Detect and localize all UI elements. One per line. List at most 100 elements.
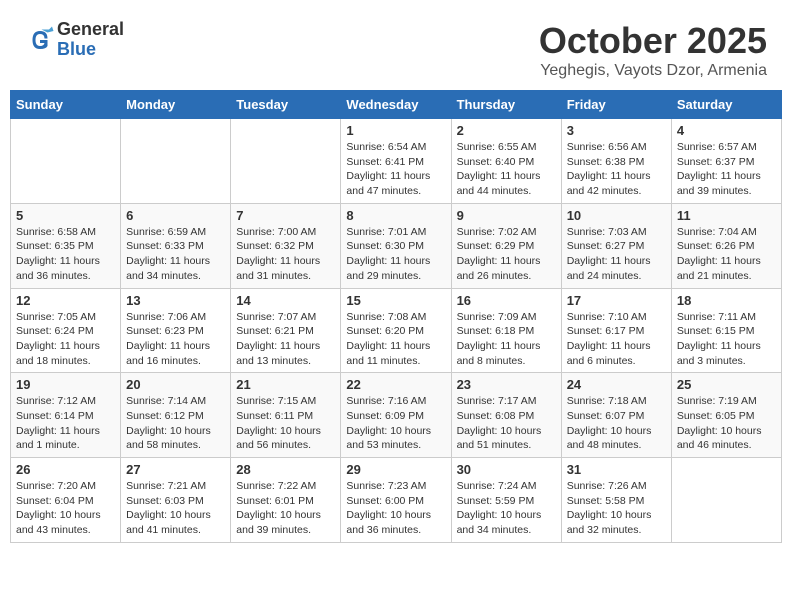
- day-of-week-header: Monday: [121, 91, 231, 119]
- title-area: October 2025 Yeghegis, Vayots Dzor, Arme…: [539, 20, 767, 80]
- day-of-week-header: Tuesday: [231, 91, 341, 119]
- day-info: Sunrise: 7:18 AM Sunset: 6:07 PM Dayligh…: [567, 394, 666, 453]
- calendar-cell: 19 Sunrise: 7:12 AM Sunset: 6:14 PM Dayli…: [11, 373, 121, 458]
- day-number: 16: [457, 293, 556, 308]
- calendar-cell: 4Sunrise: 6:57 AM Sunset: 6:37 PM Daylig…: [671, 119, 781, 204]
- day-info: Sunrise: 6:59 AM Sunset: 6:33 PM Dayligh…: [126, 225, 225, 284]
- calendar-week-row: 5Sunrise: 6:58 AM Sunset: 6:35 PM Daylig…: [11, 203, 782, 288]
- day-info: Sunrise: 7:04 AM Sunset: 6:26 PM Dayligh…: [677, 225, 776, 284]
- day-number: 3: [567, 123, 666, 138]
- day-info: Sunrise: 7:14 AM Sunset: 6:12 PM Dayligh…: [126, 394, 225, 453]
- day-number: 27: [126, 462, 225, 477]
- day-info: Sunrise: 7:20 AM Sunset: 6:04 PM Dayligh…: [16, 479, 115, 538]
- day-info: Sunrise: 6:57 AM Sunset: 6:37 PM Dayligh…: [677, 140, 776, 199]
- day-number: 18: [677, 293, 776, 308]
- day-info: Sunrise: 7:19 AM Sunset: 6:05 PM Dayligh…: [677, 394, 776, 453]
- day-of-week-header: Thursday: [451, 91, 561, 119]
- day-number: 10: [567, 208, 666, 223]
- calendar-cell: 18 Sunrise: 7:11 AM Sunset: 6:15 PM Dayli…: [671, 288, 781, 373]
- calendar-cell: 23 Sunrise: 7:17 AM Sunset: 6:08 PM Dayli…: [451, 373, 561, 458]
- day-info: Sunrise: 7:17 AM Sunset: 6:08 PM Dayligh…: [457, 394, 556, 453]
- calendar-cell: 27Sunrise: 7:21 AM Sunset: 6:03 PM Dayli…: [121, 458, 231, 543]
- page-header: General Blue October 2025 Yeghegis, Vayo…: [10, 10, 782, 85]
- day-number: 8: [346, 208, 445, 223]
- day-number: 29: [346, 462, 445, 477]
- day-of-week-header: Sunday: [11, 91, 121, 119]
- day-info: Sunrise: 7:02 AM Sunset: 6:29 PM Dayligh…: [457, 225, 556, 284]
- day-of-week-header: Wednesday: [341, 91, 451, 119]
- calendar-cell: 28 Sunrise: 7:22 AM Sunset: 6:01 PM Dayli…: [231, 458, 341, 543]
- day-info: Sunrise: 6:54 AM Sunset: 6:41 PM Dayligh…: [346, 140, 445, 199]
- day-number: 23: [457, 377, 556, 392]
- day-of-week-header: Friday: [561, 91, 671, 119]
- calendar-cell: 21Sunrise: 7:15 AM Sunset: 6:11 PM Dayli…: [231, 373, 341, 458]
- calendar-cell: 30Sunrise: 7:24 AM Sunset: 5:59 PM Dayli…: [451, 458, 561, 543]
- calendar-cell: 12 Sunrise: 7:05 AM Sunset: 6:24 PM Dayli…: [11, 288, 121, 373]
- day-info: Sunrise: 7:12 AM Sunset: 6:14 PM Dayligh…: [16, 394, 115, 453]
- calendar-cell: 13Sunrise: 7:06 AM Sunset: 6:23 PM Dayli…: [121, 288, 231, 373]
- day-info: Sunrise: 7:09 AM Sunset: 6:18 PM Dayligh…: [457, 310, 556, 369]
- calendar-cell: [231, 119, 341, 204]
- calendar-cell: 25 Sunrise: 7:19 AM Sunset: 6:05 PM Dayli…: [671, 373, 781, 458]
- day-number: 21: [236, 377, 335, 392]
- logo: General Blue: [25, 20, 124, 60]
- day-info: Sunrise: 7:11 AM Sunset: 6:15 PM Dayligh…: [677, 310, 776, 369]
- day-number: 22: [346, 377, 445, 392]
- calendar-cell: 22 Sunrise: 7:16 AM Sunset: 6:09 PM Dayli…: [341, 373, 451, 458]
- day-info: Sunrise: 7:16 AM Sunset: 6:09 PM Dayligh…: [346, 394, 445, 453]
- day-number: 20: [126, 377, 225, 392]
- day-info: Sunrise: 7:26 AM Sunset: 5:58 PM Dayligh…: [567, 479, 666, 538]
- day-number: 14: [236, 293, 335, 308]
- calendar-week-row: 12 Sunrise: 7:05 AM Sunset: 6:24 PM Dayli…: [11, 288, 782, 373]
- day-info: Sunrise: 6:55 AM Sunset: 6:40 PM Dayligh…: [457, 140, 556, 199]
- logo-icon: [25, 25, 55, 55]
- calendar-cell: [121, 119, 231, 204]
- day-number: 7: [236, 208, 335, 223]
- calendar-cell: [671, 458, 781, 543]
- calendar-table: SundayMondayTuesdayWednesdayThursdayFrid…: [10, 90, 782, 543]
- calendar-cell: 9 Sunrise: 7:02 AM Sunset: 6:29 PM Daylig…: [451, 203, 561, 288]
- calendar-cell: 31 Sunrise: 7:26 AM Sunset: 5:58 PM Dayli…: [561, 458, 671, 543]
- day-info: Sunrise: 7:24 AM Sunset: 5:59 PM Dayligh…: [457, 479, 556, 538]
- calendar-cell: 17 Sunrise: 7:10 AM Sunset: 6:17 PM Dayli…: [561, 288, 671, 373]
- calendar-cell: 20 Sunrise: 7:14 AM Sunset: 6:12 PM Dayli…: [121, 373, 231, 458]
- day-info: Sunrise: 7:00 AM Sunset: 6:32 PM Dayligh…: [236, 225, 335, 284]
- day-info: Sunrise: 7:05 AM Sunset: 6:24 PM Dayligh…: [16, 310, 115, 369]
- day-number: 6: [126, 208, 225, 223]
- day-number: 24: [567, 377, 666, 392]
- calendar-cell: 5Sunrise: 6:58 AM Sunset: 6:35 PM Daylig…: [11, 203, 121, 288]
- day-info: Sunrise: 7:10 AM Sunset: 6:17 PM Dayligh…: [567, 310, 666, 369]
- day-number: 9: [457, 208, 556, 223]
- logo-text: General Blue: [57, 20, 124, 60]
- calendar-cell: 1Sunrise: 6:54 AM Sunset: 6:41 PM Daylig…: [341, 119, 451, 204]
- calendar-cell: 8 Sunrise: 7:01 AM Sunset: 6:30 PM Daylig…: [341, 203, 451, 288]
- day-number: 12: [16, 293, 115, 308]
- day-info: Sunrise: 6:56 AM Sunset: 6:38 PM Dayligh…: [567, 140, 666, 199]
- day-number: 2: [457, 123, 556, 138]
- calendar-cell: [11, 119, 121, 204]
- day-number: 15: [346, 293, 445, 308]
- calendar-cell: 2 Sunrise: 6:55 AM Sunset: 6:40 PM Daylig…: [451, 119, 561, 204]
- day-number: 19: [16, 377, 115, 392]
- calendar-cell: 24 Sunrise: 7:18 AM Sunset: 6:07 PM Dayli…: [561, 373, 671, 458]
- calendar-week-row: 26Sunrise: 7:20 AM Sunset: 6:04 PM Dayli…: [11, 458, 782, 543]
- day-number: 28: [236, 462, 335, 477]
- calendar-cell: 10 Sunrise: 7:03 AM Sunset: 6:27 PM Dayli…: [561, 203, 671, 288]
- calendar-cell: 29 Sunrise: 7:23 AM Sunset: 6:00 PM Dayli…: [341, 458, 451, 543]
- calendar-week-row: 1Sunrise: 6:54 AM Sunset: 6:41 PM Daylig…: [11, 119, 782, 204]
- day-number: 25: [677, 377, 776, 392]
- day-info: Sunrise: 7:23 AM Sunset: 6:00 PM Dayligh…: [346, 479, 445, 538]
- day-number: 31: [567, 462, 666, 477]
- day-info: Sunrise: 7:22 AM Sunset: 6:01 PM Dayligh…: [236, 479, 335, 538]
- calendar-cell: 7 Sunrise: 7:00 AM Sunset: 6:32 PM Daylig…: [231, 203, 341, 288]
- calendar-header-row: SundayMondayTuesdayWednesdayThursdayFrid…: [11, 91, 782, 119]
- day-info: Sunrise: 7:01 AM Sunset: 6:30 PM Dayligh…: [346, 225, 445, 284]
- calendar-cell: 26Sunrise: 7:20 AM Sunset: 6:04 PM Dayli…: [11, 458, 121, 543]
- day-number: 17: [567, 293, 666, 308]
- calendar-cell: 16 Sunrise: 7:09 AM Sunset: 6:18 PM Dayli…: [451, 288, 561, 373]
- day-of-week-header: Saturday: [671, 91, 781, 119]
- calendar-cell: 15Sunrise: 7:08 AM Sunset: 6:20 PM Dayli…: [341, 288, 451, 373]
- month-title: October 2025: [539, 20, 767, 62]
- day-info: Sunrise: 7:03 AM Sunset: 6:27 PM Dayligh…: [567, 225, 666, 284]
- location-subtitle: Yeghegis, Vayots Dzor, Armenia: [539, 62, 767, 80]
